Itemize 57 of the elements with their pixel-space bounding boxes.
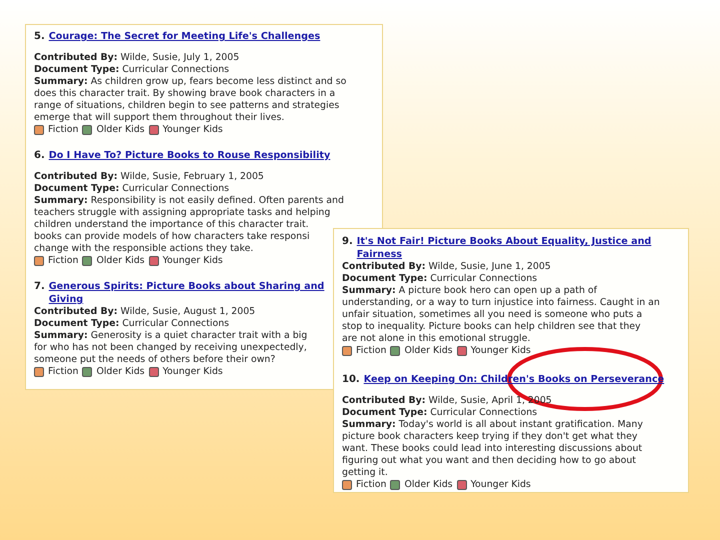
item-number: 7. xyxy=(34,281,45,292)
tag-label: Fiction xyxy=(356,345,386,357)
tag-label: Older Kids xyxy=(404,479,453,491)
contributed-by-text: Contributed By: Wilde, Susie, June 1, 2005 xyxy=(342,261,551,273)
summary-text: Summary: Today's world is all about instant gratification. Many xyxy=(342,419,643,431)
article-title-link[interactable]: Fairness xyxy=(356,248,652,261)
summary-text: are not alone in this emotional struggle. xyxy=(342,333,530,345)
item-number: 6. xyxy=(34,150,45,161)
summary-text: emerge that will support them throughout their lives. xyxy=(34,112,284,124)
tag-label: Older Kids xyxy=(96,124,145,136)
summary-text: does this character trait. By showing brave book characters in a xyxy=(34,88,336,100)
summary-text: Summary: Responsibility is not easily defined. Often parents and xyxy=(34,195,344,207)
summary-text: want. These books could lead into interesting discussions about xyxy=(342,443,642,455)
summary-text: children understand the importance of this character trait. xyxy=(34,219,309,231)
document-type-text: Document Type: Curricular Connections xyxy=(342,407,538,419)
summary-text: Summary: Generosity is a quiet character trait with a big xyxy=(34,330,308,342)
tag-label: Older Kids xyxy=(404,345,453,357)
article-title-link[interactable]: Generous Spirits: Picture Books about Sharing and xyxy=(48,280,324,293)
contributed-by-text: Contributed By: Wilde, Susie, July 1, 2005 xyxy=(34,52,240,64)
tag-label: Younger Kids xyxy=(162,255,223,267)
tag-label: Fiction xyxy=(48,255,78,267)
article-title-link[interactable]: It's Not Fair! Picture Books About Equality, Justice and xyxy=(356,235,652,248)
item-number: 10. xyxy=(342,374,360,385)
summary-text: books can provide models of how characters take responsi xyxy=(34,231,310,243)
item-number: 9. xyxy=(342,236,353,247)
tag-label: Younger Kids xyxy=(162,366,223,378)
tag-label: Older Kids xyxy=(96,366,145,378)
article-title-link[interactable]: Giving xyxy=(48,293,324,306)
tag-label: Fiction xyxy=(48,366,78,378)
tag-label: Fiction xyxy=(356,479,386,491)
summary-text: figuring out what you want and then deciding how to go about xyxy=(342,455,636,467)
article-title-link[interactable]: Courage: The Secret for Meeting Life's Challenges xyxy=(48,30,320,43)
document-type-text: Document Type: Curricular Connections xyxy=(34,64,230,76)
summary-text: Summary: A picture book hero can open up a path of xyxy=(342,285,597,297)
summary-text: understanding, or a way to turn injustice into fairness. Caught in an xyxy=(342,297,660,309)
summary-text: getting it. xyxy=(342,467,388,479)
contributed-by-text: Contributed By: Wilde, Susie, February 1, 2005 xyxy=(34,171,264,183)
summary-text: stop to inequality. Picture books can help children see that they xyxy=(342,321,641,333)
item-number: 5. xyxy=(34,31,45,42)
document-type-text: Document Type: Curricular Connections xyxy=(34,318,230,330)
document-type-text: Document Type: Curricular Connections xyxy=(342,273,538,285)
article-title-link[interactable]: Do I Have To? Picture Books to Rouse Responsibility xyxy=(48,149,330,162)
summary-text: for who has not been changed by receiving unexpectedly, xyxy=(34,342,307,354)
document-type-text: Document Type: Curricular Connections xyxy=(34,183,230,195)
tag-label: Younger Kids xyxy=(162,124,223,136)
summary-text: range of situations, children begin to see patterns and strategies xyxy=(34,100,340,112)
tag-label: Younger Kids xyxy=(470,345,531,357)
summary-text: teachers struggle with assigning appropriate tasks and helping xyxy=(34,207,330,219)
tag-label: Younger Kids xyxy=(470,479,531,491)
contributed-by-text: Contributed By: Wilde, Susie, August 1, 2005 xyxy=(34,306,256,318)
tag-label: Older Kids xyxy=(96,255,145,267)
summary-text: change with the responsible actions they take. xyxy=(34,243,254,255)
summary-text: unfair situation, sometimes all you need is someone who puts a xyxy=(342,309,642,321)
summary-text: someone put the needs of others before their own? xyxy=(34,354,276,366)
tag-label: Fiction xyxy=(48,124,78,136)
summary-text: Summary: As children grow up, fears become less distinct and so xyxy=(34,76,346,88)
summary-text: picture book characters keep trying if they don't get what they xyxy=(342,431,638,443)
